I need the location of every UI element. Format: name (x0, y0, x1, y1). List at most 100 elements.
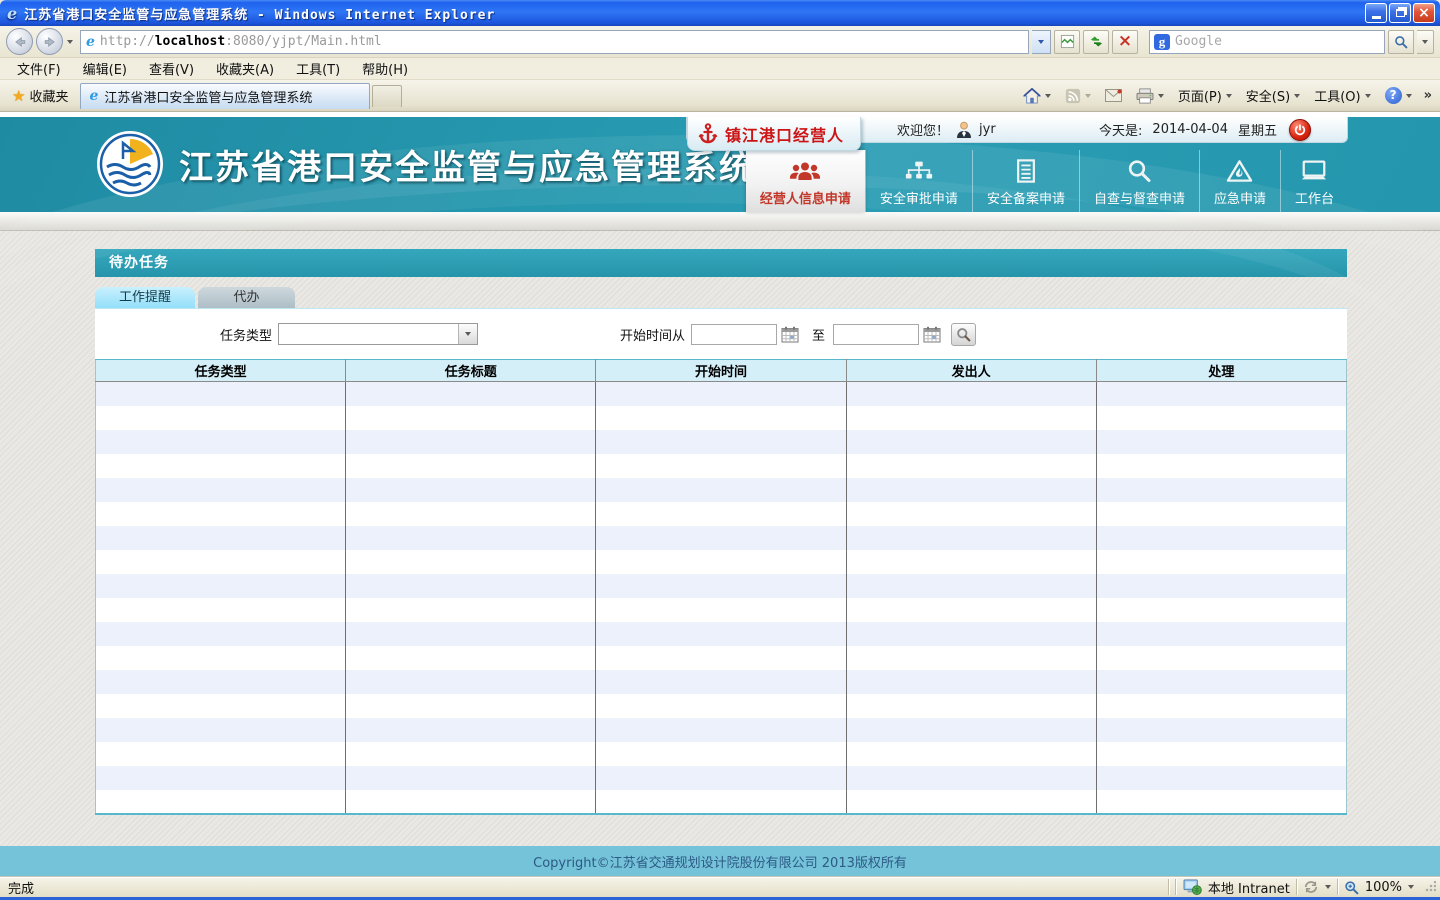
zoom-level[interactable]: 100% (1365, 880, 1402, 895)
zoom-caret[interactable] (1408, 885, 1414, 889)
help-caret[interactable] (1406, 94, 1412, 98)
people-icon (789, 156, 821, 185)
protected-mode-icon[interactable] (1303, 880, 1319, 894)
tab-delegate[interactable]: 代办 (198, 287, 295, 308)
port-logo (95, 129, 165, 199)
nav-self-inspection[interactable]: 自查与督查申请 (1079, 150, 1199, 212)
col-task-type: 任务类型 (96, 360, 346, 382)
status-done: 完成 (8, 878, 34, 897)
start-date-input[interactable] (691, 324, 777, 345)
main-navigation: 经营人信息申请 安全审批申请 安全备案申请 (746, 150, 1348, 212)
filter-search-button[interactable] (951, 323, 976, 346)
status-bar: 完成 本地 Intranet 1 (0, 876, 1440, 900)
page-viewport: 江苏省港口安全监管与应急管理系统 镇江港口经营人 欢迎您！ (0, 112, 1440, 876)
mail-button[interactable] (1099, 86, 1128, 105)
print-button[interactable] (1130, 85, 1170, 107)
task-table-body (96, 382, 1347, 814)
forward-button[interactable] (36, 28, 63, 55)
new-tab-button[interactable] (372, 85, 402, 107)
task-type-dropdown-button[interactable] (458, 324, 477, 344)
resize-grip[interactable] (1424, 881, 1436, 893)
user-avatar (956, 121, 972, 139)
rss-icon (1065, 88, 1081, 104)
home-button[interactable] (1017, 85, 1057, 107)
tab-favicon: e (89, 88, 98, 104)
address-dropdown-button[interactable] (1032, 30, 1051, 54)
menu-file[interactable]: 文件(F) (6, 57, 72, 80)
logout-button[interactable] (1289, 119, 1311, 141)
protected-mode-caret[interactable] (1325, 885, 1331, 889)
refresh-button[interactable] (1083, 30, 1109, 54)
current-date: 2014-04-04 (1152, 122, 1228, 137)
warning-triangle-icon (1226, 156, 1253, 185)
filter-row: 任务类型 开始时间从 至 (95, 309, 1347, 359)
address-bar-row: e http://localhost:8080/yjpt/Main.html ×… (0, 26, 1440, 58)
page-icon: e (86, 34, 95, 50)
zoom-icon (1344, 880, 1359, 895)
calendar-icon (781, 326, 799, 343)
menu-favorites[interactable]: 收藏夹(A) (205, 57, 285, 80)
table-row (96, 766, 1347, 790)
compatibility-view-button[interactable] (1054, 30, 1080, 54)
end-date-calendar-button[interactable] (922, 324, 942, 344)
table-row (96, 694, 1347, 718)
home-icon (1023, 88, 1041, 104)
task-type-label: 任务类型 (220, 325, 272, 344)
help-button[interactable]: ? (1379, 84, 1418, 107)
mail-icon (1105, 89, 1122, 102)
table-row (96, 406, 1347, 430)
table-row (96, 382, 1347, 406)
back-button[interactable] (6, 28, 33, 55)
menu-help[interactable]: 帮助(H) (351, 57, 419, 80)
stop-button[interactable]: × (1112, 30, 1138, 54)
start-date-calendar-button[interactable] (780, 324, 800, 344)
browser-tab[interactable]: e 江苏省港口安全监管与应急管理系统 (80, 83, 370, 109)
todo-panel-title: 待办任务 (95, 249, 1347, 277)
address-input[interactable]: e http://localhost:8080/yjpt/Main.html (80, 30, 1029, 54)
org-chart-icon (904, 156, 934, 185)
table-row (96, 598, 1347, 622)
task-type-value (279, 324, 458, 344)
menu-tools[interactable]: 工具(T) (285, 57, 351, 80)
task-type-select[interactable] (278, 323, 478, 345)
menu-view[interactable]: 查看(V) (138, 57, 205, 80)
tab-work-reminder[interactable]: 工作提醒 (95, 287, 195, 308)
more-commands-chevron[interactable]: » (1420, 88, 1436, 103)
power-icon (1294, 124, 1306, 136)
tools-menu-button[interactable]: 工具(O) (1308, 83, 1376, 108)
search-options-caret[interactable] (1417, 30, 1434, 54)
star-icon: ★ (12, 87, 25, 105)
end-date-input[interactable] (833, 324, 919, 345)
favorites-label: 收藏夹 (29, 86, 68, 105)
restore-button[interactable] (1389, 3, 1411, 23)
search-go-button[interactable] (1388, 30, 1414, 54)
nav-operator-info[interactable]: 经营人信息申请 (746, 150, 865, 212)
nav-label: 应急申请 (1214, 188, 1266, 207)
forward-arrow-icon (43, 35, 57, 49)
menu-edit[interactable]: 编辑(E) (72, 57, 138, 80)
nav-safety-approval[interactable]: 安全审批申请 (865, 150, 972, 212)
nav-label: 安全备案申请 (987, 188, 1065, 207)
minimize-button[interactable] (1365, 3, 1387, 23)
print-caret[interactable] (1158, 94, 1164, 98)
nav-workbench[interactable]: 工作台 (1280, 150, 1348, 212)
start-time-label: 开始时间从 (620, 325, 685, 344)
calendar-icon (923, 326, 941, 343)
search-input[interactable] (1175, 34, 1380, 49)
welcome-strip: 镇江港口经营人 欢迎您！ jyr 今天是: 2014-04-04 星期五 (686, 117, 1348, 143)
weekday: 星期五 (1238, 120, 1277, 139)
search-box[interactable]: g (1149, 30, 1385, 54)
nav-emergency[interactable]: 应急申请 (1199, 150, 1280, 212)
close-button[interactable]: × (1413, 3, 1435, 23)
date-label: 今天是: (1099, 120, 1142, 139)
content-area: 待办任务 工作提醒 代办 任务类型 开始时间从 (95, 249, 1347, 812)
safety-menu-button[interactable]: 安全(S) (1240, 83, 1306, 108)
nav-safety-record[interactable]: 安全备案申请 (972, 150, 1079, 212)
feeds-button[interactable] (1059, 85, 1097, 107)
history-dropdown-caret[interactable] (67, 40, 73, 44)
favorites-button[interactable]: ★ 收藏夹 (4, 83, 76, 108)
page-header: 江苏省港口安全监管与应急管理系统 镇江港口经营人 欢迎您！ (0, 117, 1440, 212)
home-caret[interactable] (1045, 94, 1051, 98)
nav-label: 工作台 (1295, 188, 1334, 207)
page-menu-button[interactable]: 页面(P) (1172, 83, 1238, 108)
